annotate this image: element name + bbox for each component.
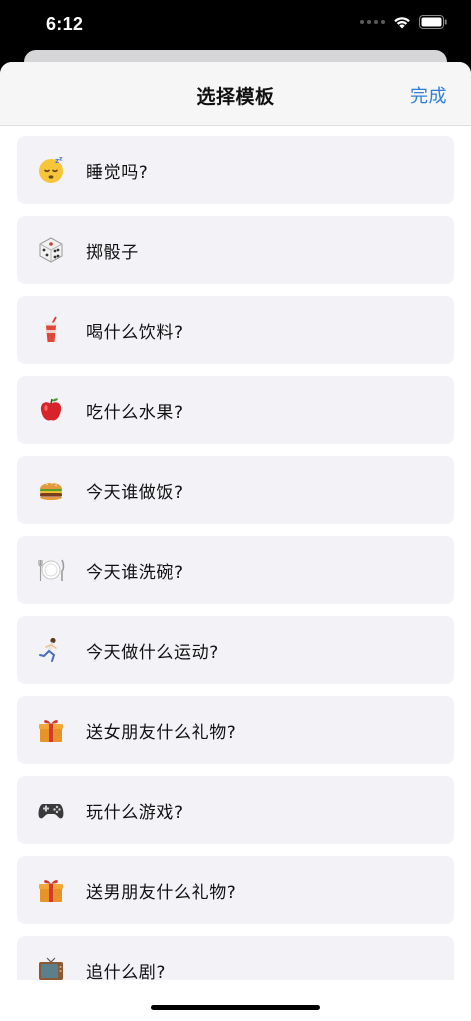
person-running-icon [37, 636, 65, 664]
wrapped-gift-icon [37, 876, 65, 904]
video-game-controller-icon [37, 796, 65, 824]
status-time: 6:12 [46, 14, 84, 34]
template-label: 追什么剧? [86, 962, 167, 983]
done-button[interactable]: 完成 [410, 82, 447, 108]
template-row-gift-girlfriend[interactable]: 送女朋友什么礼物? [17, 696, 454, 764]
cup-with-straw-icon [37, 316, 65, 344]
template-row-sleep[interactable]: z z 睡觉吗? [17, 136, 454, 204]
cellular-signal-icon [360, 20, 385, 24]
home-indicator[interactable] [151, 1005, 320, 1010]
template-label: 睡觉吗? [86, 162, 149, 183]
home-indicator-area [0, 980, 471, 1021]
template-row-dishes[interactable]: 今天谁洗碗? [17, 536, 454, 604]
red-apple-icon [37, 396, 65, 424]
sleeping-face-icon: z z [37, 156, 65, 184]
navigation-bar: 选择模板 完成 [0, 62, 471, 126]
template-picker-sheet: 选择模板 完成 z z 睡觉吗? 掷骰子 喝什么饮料? 吃什么水果? 今天谁做饭… [0, 62, 471, 1021]
template-label: 玩什么游戏? [86, 802, 184, 823]
plate-fork-knife-icon [37, 556, 65, 584]
template-row-gift-boyfriend[interactable]: 送男朋友什么礼物? [17, 856, 454, 924]
dice-icon [37, 236, 65, 264]
template-row-drink[interactable]: 喝什么饮料? [17, 296, 454, 364]
template-label: 今天做什么运动? [86, 642, 219, 663]
hamburger-icon [37, 476, 65, 504]
template-row-cook[interactable]: 今天谁做饭? [17, 456, 454, 524]
wrapped-gift-icon [37, 716, 65, 744]
template-row-fruit[interactable]: 吃什么水果? [17, 376, 454, 444]
template-label: 今天谁做饭? [86, 482, 184, 503]
template-label: 今天谁洗碗? [86, 562, 184, 583]
page-title: 选择模板 [196, 86, 275, 108]
status-bar: 6:12 [0, 0, 471, 50]
app-screen: 6:12 选择模板 完成 z z 睡觉吗? 掷骰子 喝什么饮料? 吃什么水果? … [0, 0, 471, 1021]
template-label: 喝什么饮料? [86, 322, 184, 343]
template-label: 吃什么水果? [86, 402, 184, 423]
template-row-game[interactable]: 玩什么游戏? [17, 776, 454, 844]
template-label: 送男朋友什么礼物? [86, 882, 237, 903]
battery-icon [419, 15, 447, 29]
template-row-dice[interactable]: 掷骰子 [17, 216, 454, 284]
svg-text:z: z [59, 156, 63, 163]
template-label: 掷骰子 [86, 242, 139, 263]
template-label: 送女朋友什么礼物? [86, 722, 237, 743]
wifi-icon [393, 15, 411, 29]
template-list: z z 睡觉吗? 掷骰子 喝什么饮料? 吃什么水果? 今天谁做饭? 今天谁洗碗?… [17, 136, 454, 1016]
status-indicators [360, 15, 447, 29]
template-row-exercise[interactable]: 今天做什么运动? [17, 616, 454, 684]
